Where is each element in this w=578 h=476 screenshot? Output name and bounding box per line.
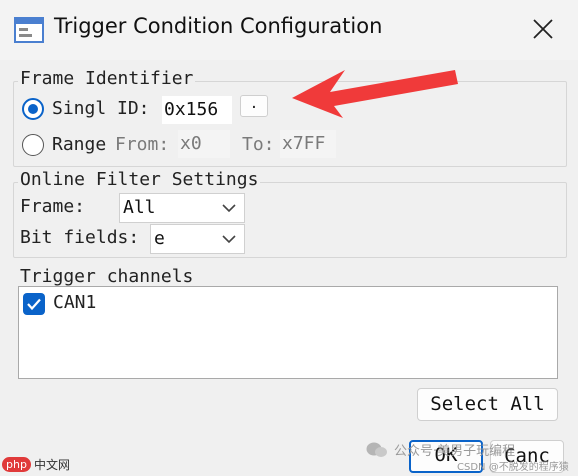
channel-label: CAN1 xyxy=(53,292,97,313)
php-watermark: php 中文网 xyxy=(2,456,70,473)
php-text: 中文网 xyxy=(33,458,70,472)
to-label: To: xyxy=(242,134,275,155)
checkmark-icon xyxy=(27,298,41,311)
from-input[interactable]: x0 xyxy=(178,130,230,158)
frame-identifier-legend: Frame Identifier xyxy=(18,68,196,89)
bitfields-filter-value: e xyxy=(154,228,165,249)
php-badge: php xyxy=(2,457,31,472)
range-id-label: Range xyxy=(52,134,107,155)
wechat-icon xyxy=(366,442,387,457)
frame-filter-label: Frame: xyxy=(20,196,86,217)
title-bar: Trigger Condition Configuration xyxy=(0,0,578,60)
csdn-watermark: CSDN @不脱发的程序猿 xyxy=(457,462,569,473)
range-id-radio[interactable] xyxy=(22,134,44,156)
single-id-label: Singl xyxy=(52,98,107,119)
close-icon xyxy=(533,19,553,39)
id-picker-button[interactable]: . xyxy=(240,95,268,117)
dialog-client-area: Frame Identifier Singl ID: 0x156 . Range… xyxy=(0,60,578,476)
online-filter-legend: Online Filter Settings xyxy=(18,169,261,190)
wechat-watermark-text: 公众号·美男子玩编程 xyxy=(394,444,516,459)
bitfields-filter-label: Bit fields: xyxy=(20,227,140,248)
frame-filter-dropdown[interactable]: All xyxy=(119,193,245,223)
from-label: From: xyxy=(115,134,170,155)
single-id-radio[interactable] xyxy=(22,98,44,120)
trigger-channels-legend: Trigger channels xyxy=(18,266,196,287)
frame-filter-value: All xyxy=(123,197,156,218)
select-all-button[interactable]: Select All xyxy=(417,388,558,421)
chevron-down-icon xyxy=(222,235,236,244)
app-window-icon xyxy=(14,17,44,43)
id-input[interactable]: 0x156 xyxy=(162,96,232,124)
close-button[interactable] xyxy=(524,12,562,46)
channel-list-item[interactable]: CAN1 xyxy=(21,291,141,317)
window-title: Trigger Condition Configuration xyxy=(54,14,383,38)
chevron-down-icon xyxy=(222,204,236,213)
bitfields-filter-dropdown[interactable]: e xyxy=(150,224,245,254)
id-label: ID: xyxy=(117,98,150,119)
wechat-watermark: 公众号·美男子玩编程 xyxy=(366,440,515,459)
channel-checkbox[interactable] xyxy=(23,293,45,315)
to-input[interactable]: x7FF xyxy=(280,130,336,158)
trigger-channels-list[interactable]: CAN1 xyxy=(18,286,558,379)
